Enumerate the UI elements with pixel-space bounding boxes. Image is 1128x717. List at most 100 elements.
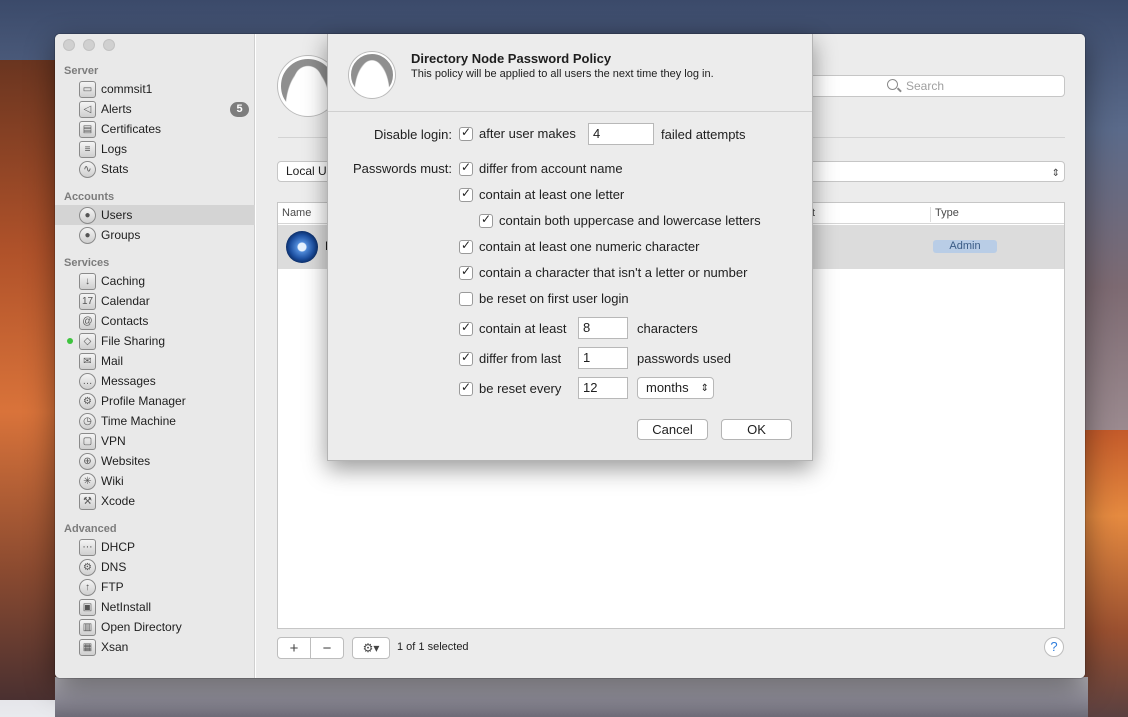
search-field[interactable]: Search xyxy=(803,75,1065,97)
dialog-divider xyxy=(328,111,812,112)
column-header-type[interactable]: Type xyxy=(930,207,959,222)
netinstall-icon: ▣ xyxy=(79,598,96,616)
service-running-indicator xyxy=(67,338,73,344)
messages-icon: … xyxy=(79,372,96,390)
xcode-icon: ⚒ xyxy=(79,492,96,510)
sidebar-item-groups[interactable]: ● Groups xyxy=(55,225,255,245)
remove-user-button[interactable]: − xyxy=(310,637,344,659)
failed-attempts-field[interactable]: 4 xyxy=(588,123,654,145)
checkbox-checked-icon xyxy=(459,238,473,254)
password-history-suffix: passwords used xyxy=(637,351,731,366)
close-window-button[interactable] xyxy=(63,39,75,51)
sidebar-item-messages[interactable]: … Messages xyxy=(55,371,255,391)
sidebar-item-stats[interactable]: ∿ Stats xyxy=(55,159,255,179)
passwords-must-label: Passwords must: xyxy=(353,161,452,176)
sidebar-item-time-machine[interactable]: ◷ Time Machine xyxy=(55,411,255,431)
sidebar-item-label: Time Machine xyxy=(101,414,176,428)
sidebar-item-wiki[interactable]: ✳ Wiki xyxy=(55,471,255,491)
search-icon xyxy=(887,79,898,90)
sidebar-item-users[interactable]: ● Users xyxy=(55,205,255,225)
directory-node-icon xyxy=(349,52,395,98)
sidebar-item-calendar[interactable]: 17 Calendar xyxy=(55,291,255,311)
sidebar-item-label: Calendar xyxy=(101,294,150,308)
sidebar-item-label: Users xyxy=(101,208,133,222)
sidebar-item-xcode[interactable]: ⚒ Xcode xyxy=(55,491,255,511)
rule-numeric-checkbox[interactable]: contain at least one numeric character xyxy=(459,238,700,254)
file-sharing-icon: ◇ xyxy=(79,332,96,350)
reset-unit-popup[interactable]: months ⇕ xyxy=(637,377,714,399)
sidebar-item-open-directory[interactable]: ▥ Open Directory xyxy=(55,617,255,637)
rule-mixed-case-checkbox[interactable]: contain both uppercase and lowercase let… xyxy=(479,212,761,228)
sidebar-item-xsan[interactable]: ▦ Xsan xyxy=(55,637,255,657)
checkbox-checked-icon xyxy=(459,264,473,280)
sidebar-item-netinstall[interactable]: ▣ NetInstall xyxy=(55,597,255,617)
sidebar-item-certificates[interactable]: ▤ Certificates xyxy=(55,119,255,139)
sidebar-section-services: Services xyxy=(64,257,110,269)
user-avatar-icon xyxy=(286,231,318,263)
reset-interval-field[interactable]: 12 xyxy=(578,377,628,399)
password-history-field[interactable]: 1 xyxy=(578,347,628,369)
sidebar-item-dns[interactable]: ⚙ DNS xyxy=(55,557,255,577)
min-length-checkbox[interactable]: contain at least xyxy=(459,320,566,336)
sidebar-item-file-sharing[interactable]: ◇ File Sharing xyxy=(55,331,255,351)
time-machine-icon: ◷ xyxy=(79,412,96,430)
sidebar-item-vpn[interactable]: ▢ VPN xyxy=(55,431,255,451)
chevron-up-down-icon: ⇕ xyxy=(1051,168,1060,179)
sidebar-item-profile-manager[interactable]: ⚙ Profile Manager xyxy=(55,391,255,411)
monitor-icon: ▭ xyxy=(79,80,96,98)
log-icon: ≡ xyxy=(79,140,96,158)
rule-differ-account-name-checkbox[interactable]: differ from account name xyxy=(459,160,623,176)
checkbox-label: contain both uppercase and lowercase let… xyxy=(499,213,761,228)
checkbox-label: differ from last xyxy=(479,351,562,366)
sidebar-item-contacts[interactable]: @ Contacts xyxy=(55,311,255,331)
checkbox-checked-icon xyxy=(459,380,473,396)
rule-reset-first-login-checkbox[interactable]: be reset on first user login xyxy=(459,291,629,306)
reset-interval-checkbox[interactable]: be reset every xyxy=(459,380,561,396)
megaphone-icon: ◁ xyxy=(79,100,96,118)
checkbox-checked-icon xyxy=(459,160,473,176)
minimize-window-button[interactable] xyxy=(83,39,95,51)
sidebar-item-commsit1[interactable]: ▭ commsit1 xyxy=(55,79,255,99)
sidebar-item-label: VPN xyxy=(101,434,126,448)
desktop-wallpaper-bottom xyxy=(55,677,1088,717)
zoom-window-button[interactable] xyxy=(103,39,115,51)
vpn-icon: ▢ xyxy=(79,432,96,450)
action-menu-button[interactable]: ⚙▾ xyxy=(352,637,390,659)
checkbox-checked-icon xyxy=(459,186,473,202)
open-directory-icon: ▥ xyxy=(79,618,96,636)
add-user-button[interactable]: + xyxy=(277,637,311,659)
sidebar-item-label: Alerts xyxy=(101,102,132,116)
sidebar-item-alerts[interactable]: ◁ Alerts 5 xyxy=(55,99,255,119)
sidebar: Server ▭ commsit1 ◁ Alerts 5 ▤ Certificates … xyxy=(55,34,255,678)
dns-icon: ⚙ xyxy=(79,558,96,576)
sidebar-section-advanced: Advanced xyxy=(64,523,117,535)
sidebar-item-logs[interactable]: ≡ Logs xyxy=(55,139,255,159)
sidebar-item-dhcp[interactable]: ⋯ DHCP xyxy=(55,537,255,557)
mail-icon: ✉ xyxy=(79,352,96,370)
checkbox-label: after user makes xyxy=(479,126,576,141)
help-button[interactable]: ? xyxy=(1044,637,1064,657)
sidebar-item-label: Open Directory xyxy=(101,620,182,634)
password-history-checkbox[interactable]: differ from last xyxy=(459,350,562,366)
min-length-field[interactable]: 8 xyxy=(578,317,628,339)
certificate-icon: ▤ xyxy=(79,120,96,138)
sidebar-item-mail[interactable]: ✉ Mail xyxy=(55,351,255,371)
checkbox-label: be reset on first user login xyxy=(479,291,629,306)
column-header-name[interactable]: Name xyxy=(282,207,311,219)
ok-button[interactable]: OK xyxy=(721,419,792,440)
sidebar-item-label: Logs xyxy=(101,142,128,156)
rule-special-character-checkbox[interactable]: contain a character that isn't a letter … xyxy=(459,264,747,280)
checkbox-label: contain at least one numeric character xyxy=(479,239,700,254)
sidebar-item-ftp[interactable]: ↑ FTP xyxy=(55,577,255,597)
sidebar-item-label: Xcode xyxy=(101,494,136,508)
websites-icon: ⊕ xyxy=(79,452,96,470)
rule-one-letter-checkbox[interactable]: contain at least one letter xyxy=(459,186,624,202)
sidebar-item-caching[interactable]: ↓ Caching xyxy=(55,271,255,291)
calendar-icon: 17 xyxy=(79,292,96,310)
sidebar-item-websites[interactable]: ⊕ Websites xyxy=(55,451,255,471)
chevron-up-down-icon: ⇕ xyxy=(700,383,709,394)
sidebar-item-label: Xsan xyxy=(101,640,129,654)
cancel-button[interactable]: Cancel xyxy=(637,419,708,440)
disable-login-checkbox[interactable]: after user makes xyxy=(459,125,576,141)
sidebar-item-label: NetInstall xyxy=(101,600,152,614)
